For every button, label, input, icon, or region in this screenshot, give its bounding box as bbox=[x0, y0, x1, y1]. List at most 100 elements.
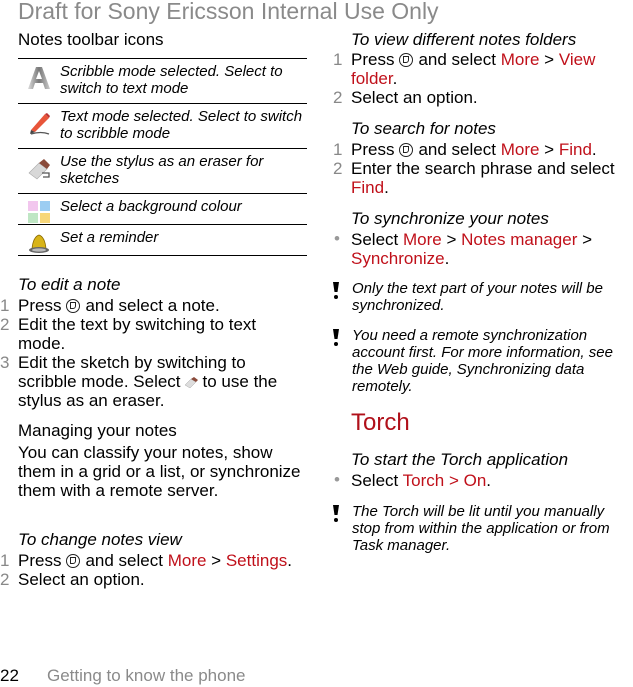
step-number: 1 bbox=[0, 551, 10, 570]
icon-row-reminder: Set a reminder bbox=[18, 224, 307, 256]
search-notes-title: To search for notes bbox=[351, 119, 496, 138]
notes-key-icon bbox=[399, 143, 414, 157]
icon-desc: Text mode selected. Select to switch to … bbox=[60, 108, 303, 142]
step-number: 2 bbox=[0, 570, 10, 589]
section-title: Getting to know the phone bbox=[47, 666, 246, 685]
menu-more-link[interactable]: More bbox=[168, 551, 207, 570]
eraser-icon bbox=[28, 159, 50, 180]
sync-notes-title: To synchronize your notes bbox=[351, 209, 549, 228]
menu-more-link[interactable]: More bbox=[501, 140, 540, 159]
note-text: You need a remote synchronization accoun… bbox=[352, 327, 613, 395]
step: 1 Press and select More > View folder. bbox=[333, 50, 633, 88]
icon-row-scribble: Scribble mode selected. Select to switch… bbox=[18, 58, 307, 103]
text-mode-icon bbox=[30, 113, 50, 135]
step-text: Press bbox=[351, 140, 395, 159]
step-text: Select bbox=[351, 230, 399, 249]
menu-notes-manager-link[interactable]: Notes manager bbox=[461, 230, 577, 249]
icon-desc: Select a background colour bbox=[60, 198, 242, 215]
separator: > bbox=[446, 230, 457, 249]
menu-find-link[interactable]: Find bbox=[559, 140, 592, 159]
step-text: and select a note. bbox=[85, 296, 220, 315]
edit-note-title: To edit a note bbox=[18, 275, 121, 294]
icon-row-eraser: Use the stylus as an eraser for sketches bbox=[18, 148, 307, 193]
change-view-steps: 1 Press and select More > Settings. 2 Sel… bbox=[0, 551, 308, 589]
menu-torch-on-link[interactable]: Torch > On bbox=[403, 471, 487, 490]
exclamation-icon bbox=[333, 505, 339, 522]
managing-notes-title: Managing your notes bbox=[18, 421, 177, 440]
menu-more-link[interactable]: More bbox=[403, 230, 442, 249]
step: 2 Select an option. bbox=[0, 570, 308, 589]
punctuation: . bbox=[287, 551, 293, 570]
step-number: 1 bbox=[333, 140, 343, 159]
scribble-mode-icon bbox=[28, 67, 50, 89]
step-text: Edit the text by switching to text mode. bbox=[18, 315, 257, 353]
sync-note-2: You need a remote synchronization accoun… bbox=[333, 327, 633, 395]
step-number: 2 bbox=[333, 159, 343, 178]
step-text: Select an option. bbox=[351, 88, 478, 107]
separator: > bbox=[544, 140, 555, 159]
torch-heading: Torch bbox=[351, 409, 410, 436]
notes-key-icon bbox=[66, 299, 81, 313]
bullet-item: • Select More > Notes manager > Synchron… bbox=[334, 229, 633, 268]
exclamation-icon bbox=[333, 282, 339, 299]
step: 3 Edit the sketch by switching to scribb… bbox=[0, 353, 308, 410]
exclamation-icon bbox=[333, 329, 339, 346]
punctuation: . bbox=[392, 69, 398, 88]
step-text: Select bbox=[351, 471, 399, 490]
step: 2 Edit the text by switching to text mod… bbox=[0, 315, 308, 353]
separator: > bbox=[582, 230, 593, 249]
step-text: and select bbox=[85, 551, 163, 570]
bullet-dot: • bbox=[334, 470, 340, 489]
search-notes-steps: 1 Press and select More > Find. 2 Enter t… bbox=[333, 140, 633, 197]
step-text: Enter the search phrase and select bbox=[351, 159, 615, 178]
separator: > bbox=[211, 551, 222, 570]
punctuation: . bbox=[384, 178, 389, 197]
menu-synchronize-link[interactable]: Synchronize bbox=[351, 249, 445, 268]
bullet-dot: • bbox=[334, 229, 340, 248]
background-colour-icon bbox=[28, 201, 50, 223]
step: 2 Enter the search phrase and select Fin… bbox=[333, 159, 633, 197]
step-text: and select bbox=[418, 140, 496, 159]
toolbar-icons-title: Notes toolbar icons bbox=[18, 30, 164, 49]
notes-key-icon bbox=[399, 53, 414, 67]
step-text: Press bbox=[18, 296, 62, 315]
icon-row-background: Select a background colour bbox=[18, 193, 307, 224]
draft-watermark: Draft for Sony Ericsson Internal Use Onl… bbox=[18, 0, 439, 24]
eraser-icon bbox=[184, 377, 198, 388]
page-number: 22 bbox=[0, 666, 19, 685]
step-text: Select an option. bbox=[18, 570, 145, 589]
icon-row-text-mode: Text mode selected. Select to switch to … bbox=[18, 103, 307, 148]
bullet-item: • Select Torch > On. bbox=[334, 470, 633, 490]
punctuation: . bbox=[486, 471, 492, 490]
step-number: 2 bbox=[0, 315, 10, 334]
step: 1 Press and select a note. bbox=[0, 296, 308, 315]
step-number: 2 bbox=[333, 88, 343, 107]
note-text: The Torch will be lit until you manually… bbox=[352, 503, 610, 554]
step: 1 Press and select More > Find. bbox=[333, 140, 633, 159]
menu-settings-link[interactable]: Settings bbox=[226, 551, 287, 570]
step-number: 1 bbox=[0, 296, 10, 315]
menu-more-link[interactable]: More bbox=[501, 50, 540, 69]
torch-bullet: • Select Torch > On. bbox=[334, 470, 633, 490]
step: 2 Select an option. bbox=[333, 88, 633, 107]
view-folders-title: To view different notes folders bbox=[351, 30, 577, 49]
note-text: Only the text part of your notes will be… bbox=[352, 280, 603, 314]
icon-desc: Set a reminder bbox=[60, 229, 159, 246]
step-number: 1 bbox=[333, 50, 343, 69]
torch-note: The Torch will be lit until you manually… bbox=[333, 503, 633, 554]
edit-note-steps: 1 Press and select a note. 2 Edit the tex… bbox=[0, 296, 308, 410]
sync-notes-bullet: • Select More > Notes manager > Synchron… bbox=[334, 229, 633, 268]
toolbar-icons-table: Scribble mode selected. Select to switch… bbox=[18, 58, 307, 256]
step-text: and select bbox=[418, 50, 496, 69]
torch-start-title: To start the Torch application bbox=[351, 450, 569, 469]
punctuation: . bbox=[591, 140, 597, 159]
notes-key-icon bbox=[66, 554, 81, 568]
step-text: Press bbox=[351, 50, 395, 69]
view-folders-steps: 1 Press and select More > View folder. 2 … bbox=[333, 50, 633, 107]
separator: > bbox=[544, 50, 555, 69]
change-view-title: To change notes view bbox=[18, 530, 182, 549]
step: 1 Press and select More > Settings. bbox=[0, 551, 308, 570]
step-text: Press bbox=[18, 551, 62, 570]
find-link[interactable]: Find bbox=[351, 178, 384, 197]
sync-note-1: Only the text part of your notes will be… bbox=[333, 280, 633, 314]
